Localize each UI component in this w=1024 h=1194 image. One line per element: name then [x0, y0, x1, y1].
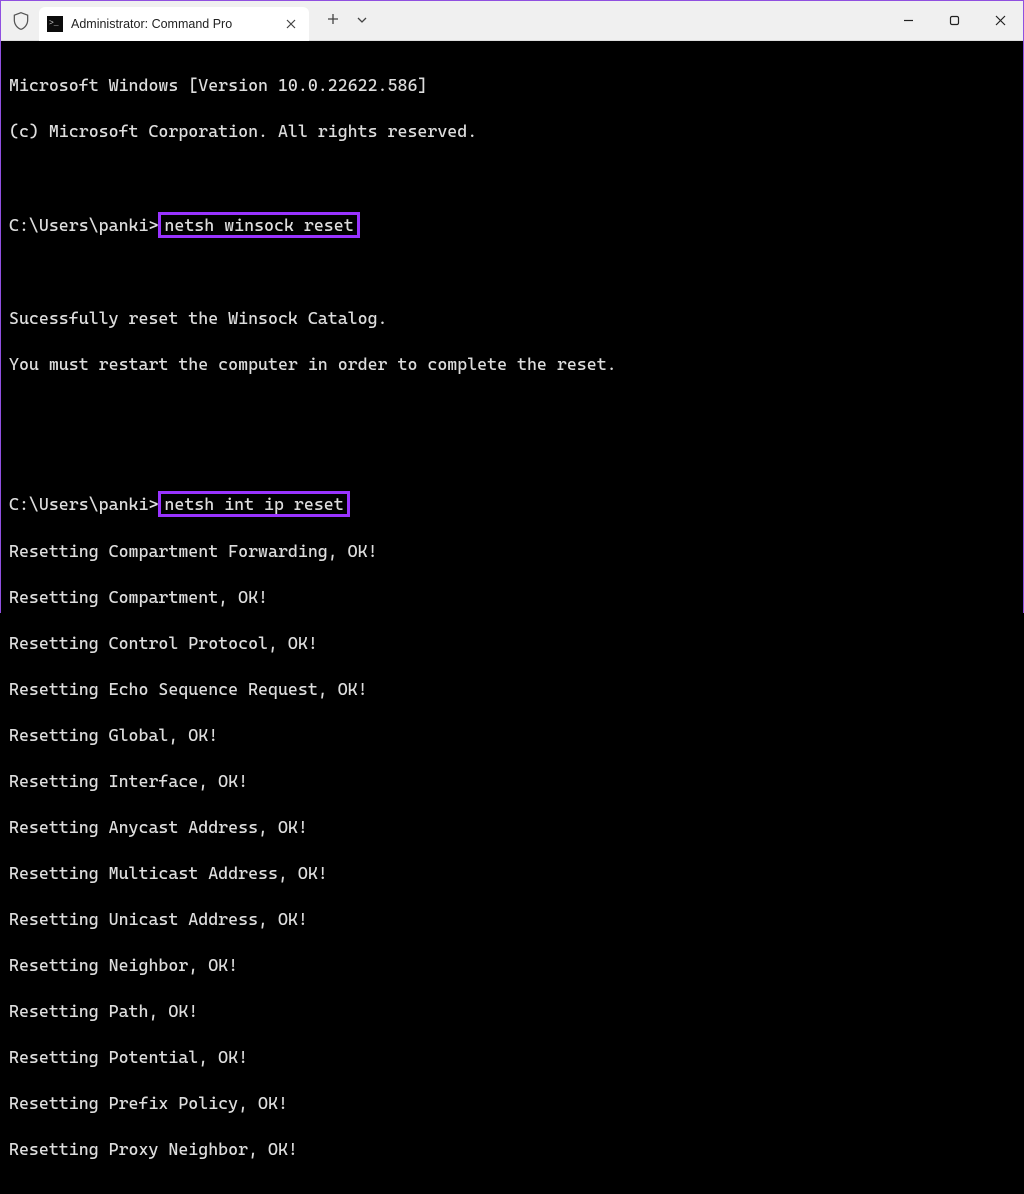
output-line: Resetting Potential, OK!: [9, 1046, 1015, 1069]
output-line: You must restart the computer in order t…: [9, 353, 1015, 376]
output-line: Resetting Global, OK!: [9, 724, 1015, 747]
blank-line: [9, 445, 1015, 468]
close-tab-button[interactable]: [283, 16, 299, 32]
output-line: Resetting Echo Sequence Request, OK!: [9, 678, 1015, 701]
tab-dropdown-button[interactable]: [357, 13, 367, 29]
prompt-prefix: C:\Users\panki>: [9, 215, 158, 235]
output-line: Sucessfully reset the Winsock Catalog.: [9, 307, 1015, 330]
output-line: (c) Microsoft Corporation. All rights re…: [9, 120, 1015, 143]
window-controls: [885, 1, 1023, 40]
close-window-button[interactable]: [977, 1, 1023, 40]
active-tab[interactable]: >_ Administrator: Command Pro: [39, 7, 309, 41]
output-line: Resetting Multicast Address, OK!: [9, 862, 1015, 885]
titlebar: >_ Administrator: Command Pro: [1, 1, 1023, 41]
tab-title: Administrator: Command Pro: [71, 17, 283, 31]
command-highlight: netsh int ip reset: [158, 491, 349, 517]
output-line: Resetting Anycast Address, OK!: [9, 816, 1015, 839]
blank-line: [9, 261, 1015, 284]
output-line: Resetting Path, OK!: [9, 1000, 1015, 1023]
output-line: Resetting Prefix Policy, OK!: [9, 1092, 1015, 1115]
prompt-prefix: C:\Users\panki>: [9, 494, 158, 514]
blank-line: [9, 166, 1015, 189]
output-line: Resetting Compartment Forwarding, OK!: [9, 540, 1015, 563]
shield-icon: [11, 10, 31, 32]
output-line: Resetting Proxy Neighbor, OK!: [9, 1138, 1015, 1161]
maximize-button[interactable]: [931, 1, 977, 40]
terminal-content[interactable]: Microsoft Windows [Version 10.0.22622.58…: [1, 41, 1023, 1194]
new-tab-button[interactable]: [327, 13, 339, 29]
prompt-line: C:\Users\panki>netsh int ip reset: [9, 491, 1015, 517]
output-line: Resetting Control Protocol, OK!: [9, 632, 1015, 655]
output-line: Microsoft Windows [Version 10.0.22622.58…: [9, 74, 1015, 97]
output-line: Resetting Unicast Address, OK!: [9, 908, 1015, 931]
output-line: Resetting Compartment, OK!: [9, 586, 1015, 609]
tab-actions: [309, 13, 367, 29]
output-line: Resetting Interface, OK!: [9, 770, 1015, 793]
prompt-line: C:\Users\panki>netsh winsock reset: [9, 212, 1015, 238]
blank-line: [9, 399, 1015, 422]
minimize-button[interactable]: [885, 1, 931, 40]
terminal-icon: >_: [47, 16, 63, 32]
command-highlight: netsh winsock reset: [158, 212, 359, 238]
output-line: Resetting Neighbor, OK!: [9, 954, 1015, 977]
